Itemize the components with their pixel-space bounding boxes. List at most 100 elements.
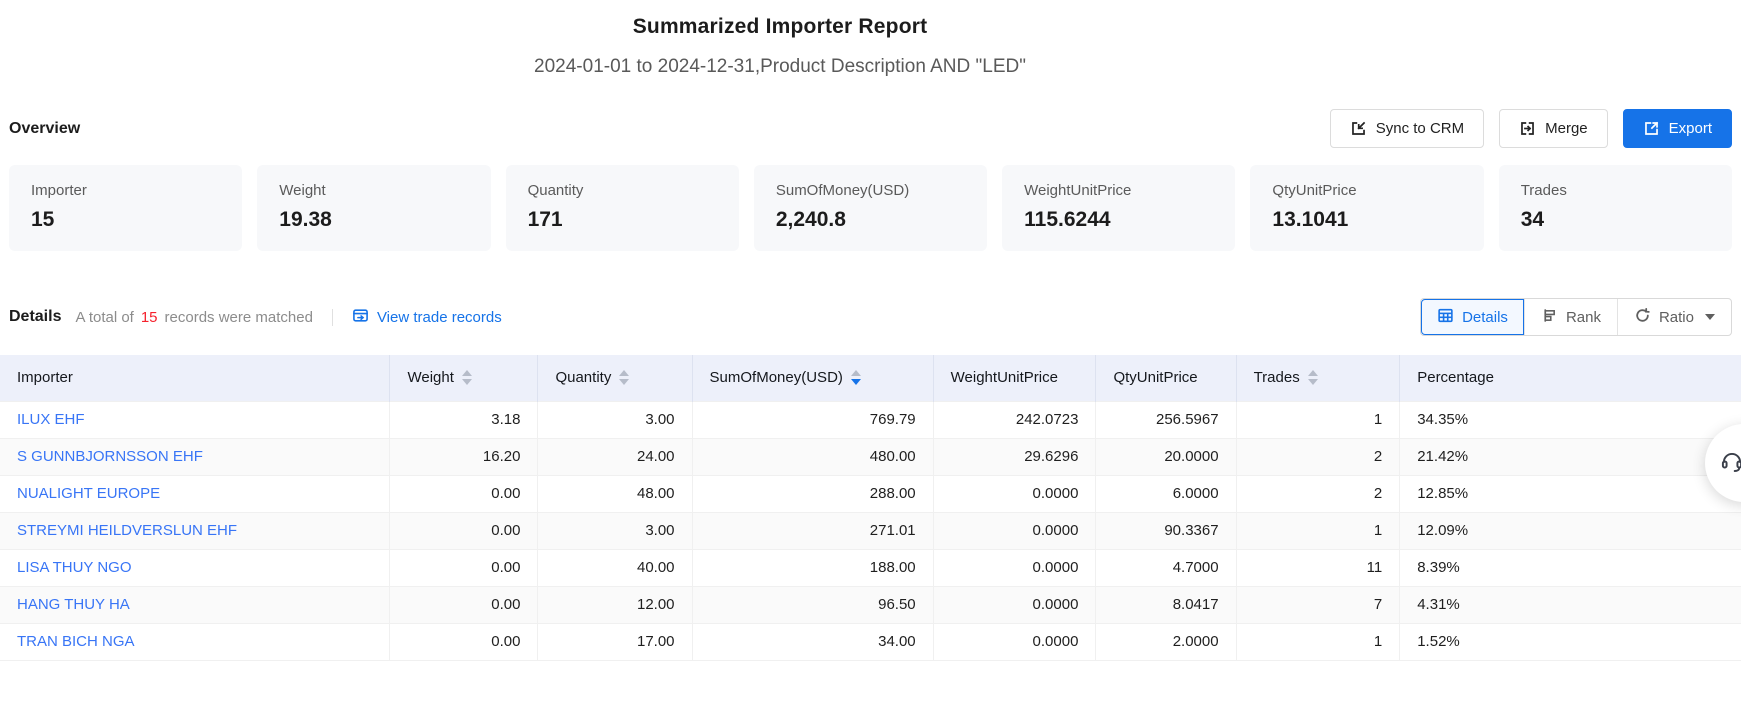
cell-trades: 11 xyxy=(1236,549,1400,586)
cell-sum-of-money-usd: 96.50 xyxy=(692,586,933,623)
table-row: TRAN BICH NGA0.0017.0034.000.00002.00001… xyxy=(0,623,1741,660)
table-row: STREYMI HEILDVERSLUN EHF0.003.00271.010.… xyxy=(0,512,1741,549)
stat-value: 171 xyxy=(528,208,717,232)
column-header-quantity[interactable]: Quantity xyxy=(538,355,692,401)
cell-weight-unit-price: 0.0000 xyxy=(933,512,1096,549)
cell-sum-of-money-usd: 34.00 xyxy=(692,623,933,660)
cell-importer: S GUNNBJORNSSON EHF xyxy=(0,438,390,475)
view-mode-details-label: Details xyxy=(1462,309,1508,326)
cell-qty-unit-price: 8.0417 xyxy=(1096,586,1236,623)
column-header-weight-unit-price: WeightUnitPrice xyxy=(933,355,1096,401)
cell-weight-unit-price: 242.0723 xyxy=(933,401,1096,438)
view-trade-records-label: View trade records xyxy=(377,309,502,326)
cell-quantity: 40.00 xyxy=(538,549,692,586)
cell-sum-of-money-usd: 480.00 xyxy=(692,438,933,475)
overview-toolbar: Overview Sync to CRM Merge xyxy=(9,109,1732,148)
sort-caret-down xyxy=(851,379,861,385)
cell-quantity: 3.00 xyxy=(538,401,692,438)
cell-qty-unit-price: 20.0000 xyxy=(1096,438,1236,475)
stat-label: QtyUnitPrice xyxy=(1272,182,1461,199)
headset-icon xyxy=(1719,448,1741,479)
column-label: WeightUnitPrice xyxy=(951,369,1058,386)
sort-caret-up xyxy=(1308,370,1318,376)
column-header-sum-of-money-usd[interactable]: SumOfMoney(USD) xyxy=(692,355,933,401)
rank-icon xyxy=(1541,307,1558,328)
stat-label: Weight xyxy=(279,182,468,199)
cell-sum-of-money-usd: 271.01 xyxy=(692,512,933,549)
details-toolbar: Details A total of 15 records were match… xyxy=(9,298,1732,336)
details-heading: Details xyxy=(9,308,61,326)
cell-trades: 2 xyxy=(1236,475,1400,512)
cell-quantity: 3.00 xyxy=(538,512,692,549)
view-mode-ratio[interactable]: Ratio xyxy=(1617,299,1731,335)
importer-link[interactable]: S GUNNBJORNSSON EHF xyxy=(17,448,203,465)
stat-card-weightunitprice: WeightUnitPrice 115.6244 xyxy=(1002,165,1235,251)
column-header-trades[interactable]: Trades xyxy=(1236,355,1400,401)
cell-weight: 0.00 xyxy=(390,623,538,660)
importer-link[interactable]: TRAN BICH NGA xyxy=(17,633,135,650)
cell-weight-unit-price: 29.6296 xyxy=(933,438,1096,475)
cell-weight: 0.00 xyxy=(390,586,538,623)
matched-suffix: records were matched xyxy=(165,309,313,326)
cell-weight-unit-price: 0.0000 xyxy=(933,586,1096,623)
cell-weight: 16.20 xyxy=(390,438,538,475)
stat-value: 15 xyxy=(31,208,220,232)
cell-importer: HANG THUY HA xyxy=(0,586,390,623)
stat-value: 19.38 xyxy=(279,208,468,232)
merge-button[interactable]: Merge xyxy=(1499,109,1608,148)
divider xyxy=(332,309,333,326)
overview-heading: Overview xyxy=(9,120,80,138)
column-header-percentage: Percentage xyxy=(1400,355,1741,401)
sync-to-crm-button[interactable]: Sync to CRM xyxy=(1330,109,1484,148)
cell-importer: ILUX EHF xyxy=(0,401,390,438)
sort-icon[interactable] xyxy=(462,370,472,385)
sort-icon[interactable] xyxy=(1308,370,1318,385)
matched-prefix: A total of xyxy=(75,309,133,326)
cell-quantity: 17.00 xyxy=(538,623,692,660)
column-label: Weight xyxy=(407,369,453,386)
merge-icon xyxy=(1519,120,1536,137)
merge-label: Merge xyxy=(1545,120,1588,137)
export-button[interactable]: Export xyxy=(1623,109,1732,148)
cell-weight: 0.00 xyxy=(390,475,538,512)
view-trade-records-link[interactable]: View trade records xyxy=(352,307,502,328)
stat-card-importer: Importer15 xyxy=(9,165,242,251)
cell-trades: 2 xyxy=(1236,438,1400,475)
view-mode-rank[interactable]: Rank xyxy=(1524,299,1617,335)
importer-link[interactable]: HANG THUY HA xyxy=(17,596,130,613)
column-label: Importer xyxy=(17,369,73,386)
stat-value: 115.6244 xyxy=(1024,208,1213,232)
importer-link[interactable]: ILUX EHF xyxy=(17,411,85,428)
cell-qty-unit-price: 256.5967 xyxy=(1096,401,1236,438)
cell-percentage: 21.42% xyxy=(1400,438,1741,475)
cell-weight: 0.00 xyxy=(390,549,538,586)
importer-link[interactable]: LISA THUY NGO xyxy=(17,559,132,576)
view-mode-details[interactable]: Details xyxy=(1421,299,1524,335)
cell-percentage: 4.31% xyxy=(1400,586,1741,623)
table-body: ILUX EHF3.183.00769.79242.0723256.596713… xyxy=(0,401,1741,660)
stat-label: Quantity xyxy=(528,182,717,199)
stat-value: 34 xyxy=(1521,208,1710,232)
column-label: QtyUnitPrice xyxy=(1113,369,1197,386)
view-mode-rank-label: Rank xyxy=(1566,309,1601,326)
sort-caret-up xyxy=(462,370,472,376)
column-header-weight[interactable]: Weight xyxy=(390,355,538,401)
trade-records-icon xyxy=(352,307,369,328)
cell-weight: 3.18 xyxy=(390,401,538,438)
importer-link[interactable]: NUALIGHT EUROPE xyxy=(17,485,160,502)
cell-trades: 1 xyxy=(1236,623,1400,660)
stat-value: 13.1041 xyxy=(1272,208,1461,232)
stat-label: WeightUnitPrice xyxy=(1024,182,1213,199)
sync-to-crm-label: Sync to CRM xyxy=(1376,120,1464,137)
sort-caret-down xyxy=(462,379,472,385)
column-label: Trades xyxy=(1254,369,1300,386)
column-label: Quantity xyxy=(555,369,611,386)
sort-icon[interactable] xyxy=(851,370,861,385)
importer-link[interactable]: STREYMI HEILDVERSLUN EHF xyxy=(17,522,237,539)
table-row: S GUNNBJORNSSON EHF16.2024.00480.0029.62… xyxy=(0,438,1741,475)
cell-importer: STREYMI HEILDVERSLUN EHF xyxy=(0,512,390,549)
export-label: Export xyxy=(1669,120,1712,137)
sort-icon[interactable] xyxy=(619,370,629,385)
cell-percentage: 1.52% xyxy=(1400,623,1741,660)
report-header: Summarized Importer Report 2024-01-01 to… xyxy=(0,0,1560,78)
